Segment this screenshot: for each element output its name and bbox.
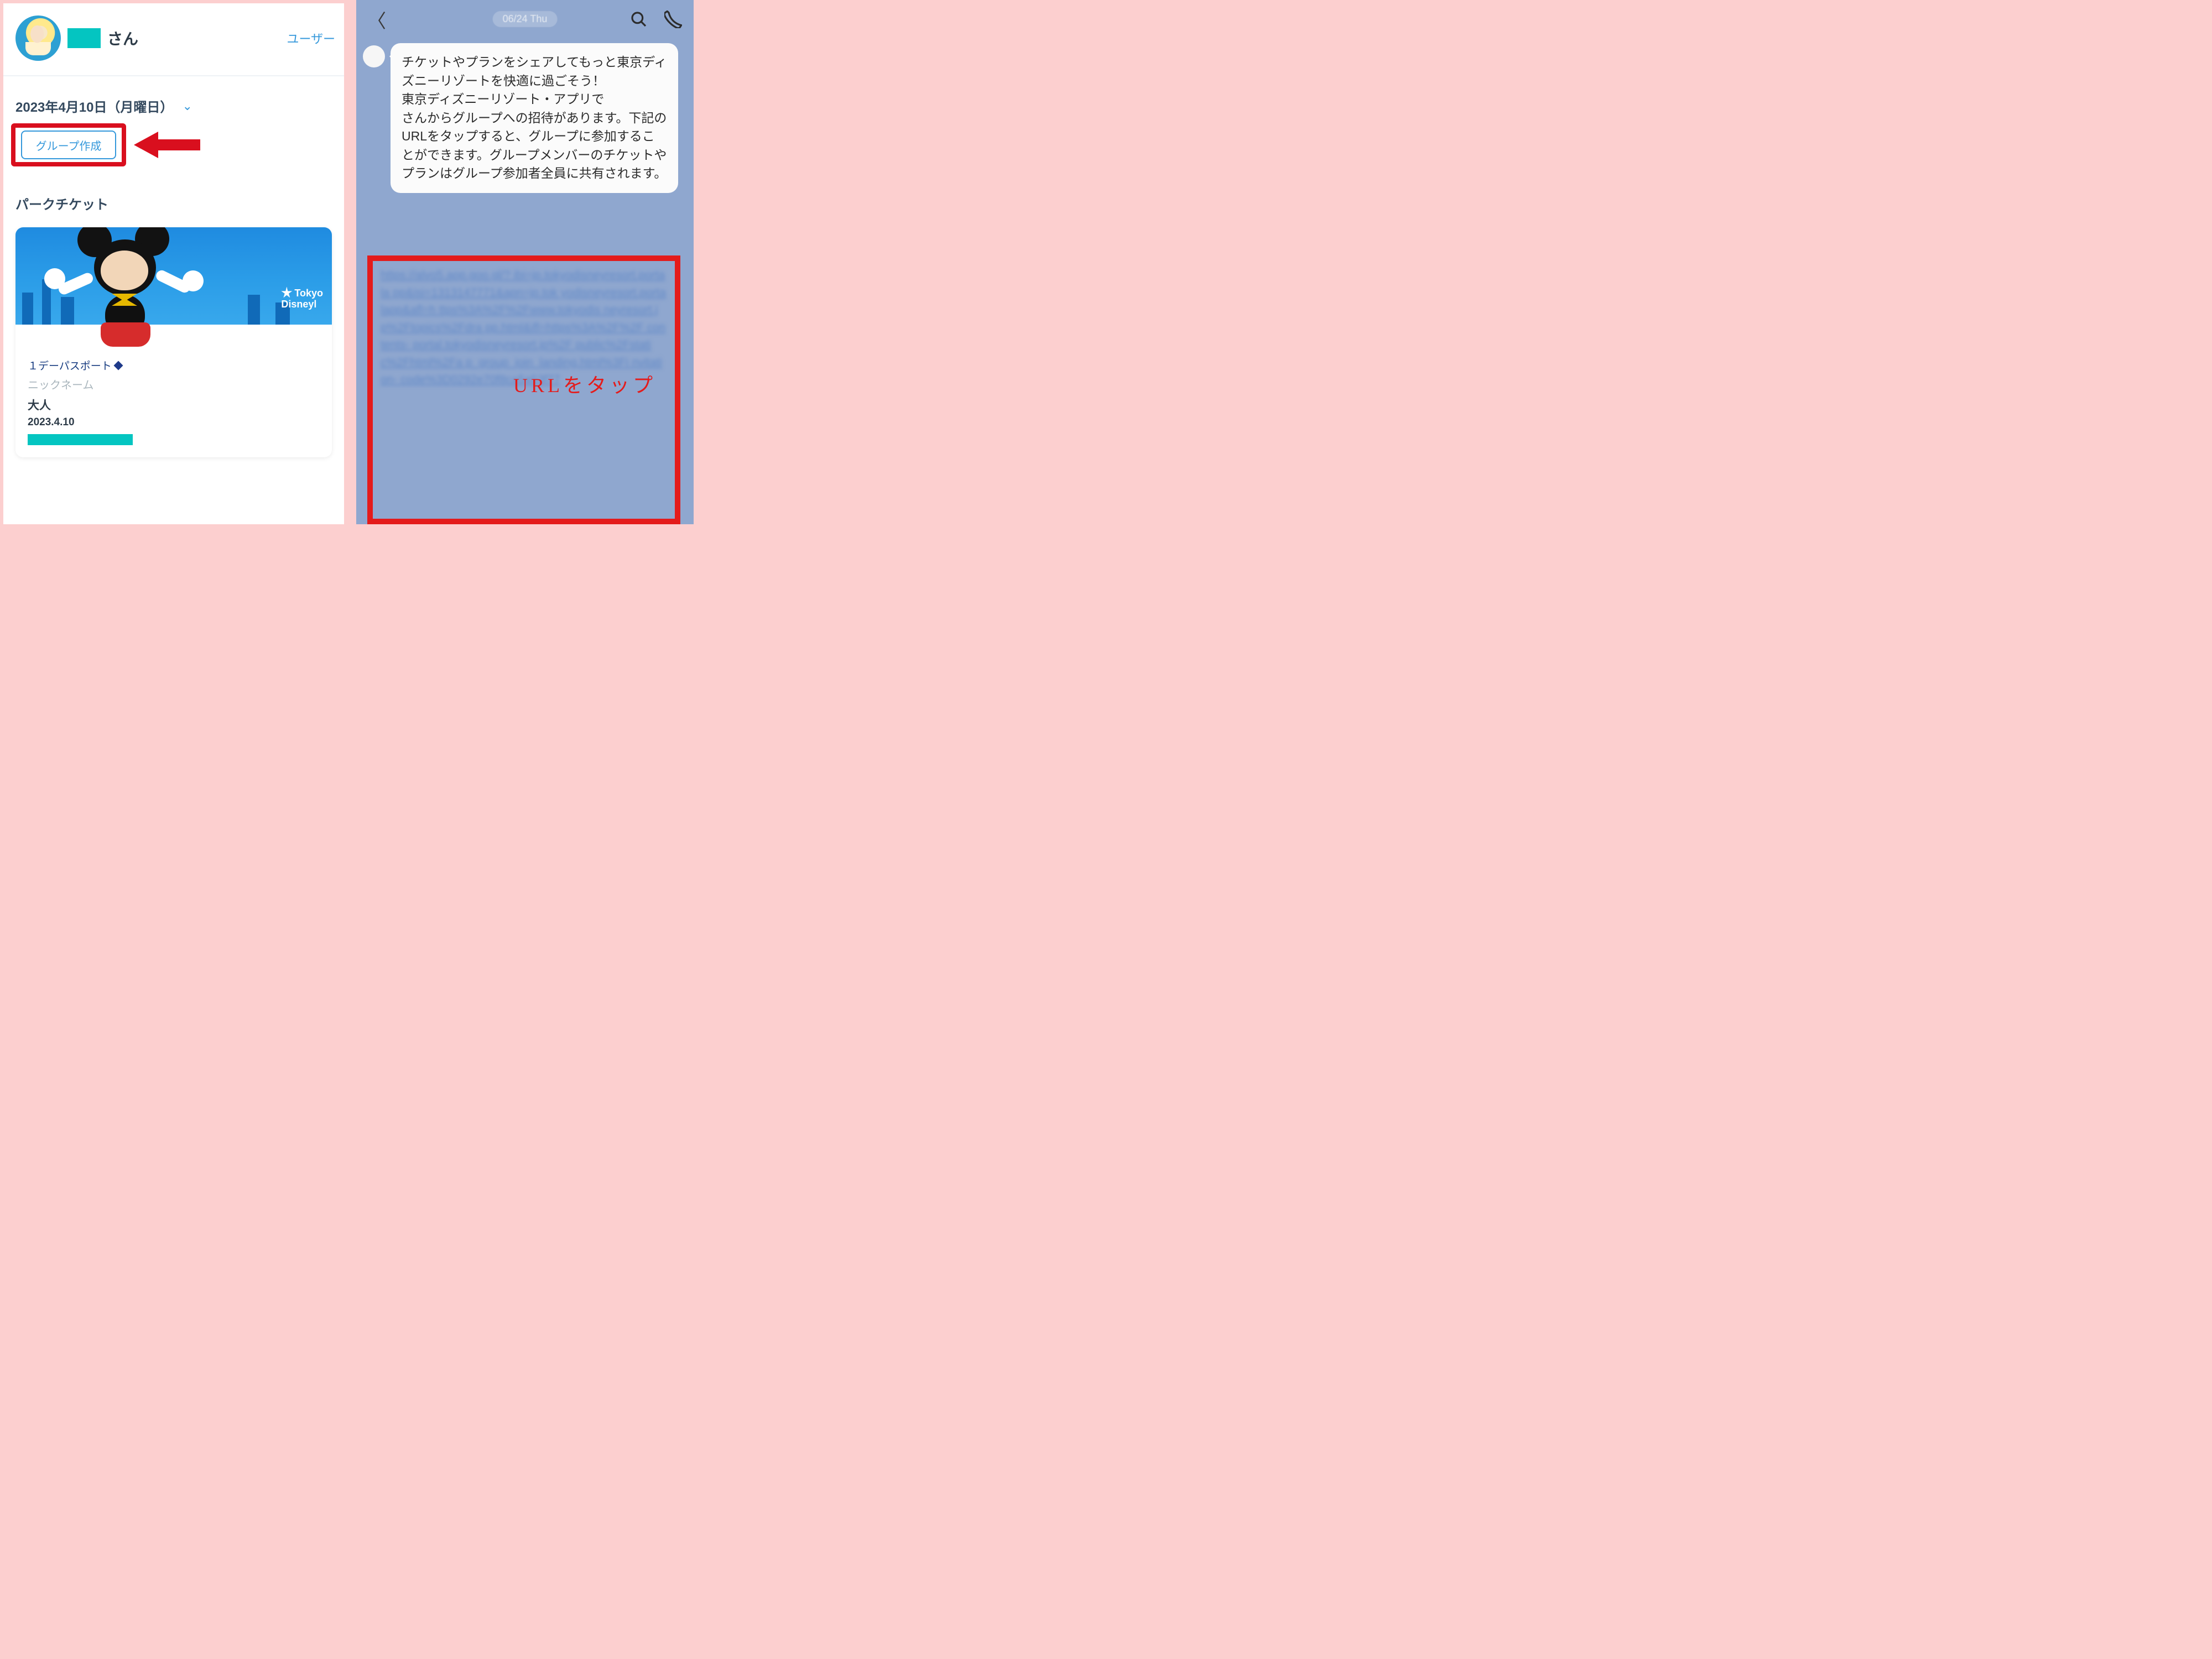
- url-highlight-frame: https://alvo5.app.goo.gl/? ibi=jp.tokyod…: [367, 255, 680, 524]
- chevron-down-icon: ⌄: [182, 99, 192, 113]
- line-chat-panel: 〈 06/24 Thu チケットやプランをシェアしてもっと東京ディズニーリゾート…: [356, 0, 694, 524]
- chat-date-badge: 06/24 Thu: [493, 11, 558, 27]
- annotation-arrow-icon: [134, 135, 200, 154]
- create-group-button[interactable]: グループ作成: [21, 131, 116, 159]
- message-row: チケットやプランをシェアしてもっと東京ディズニーリゾートを快適に過ごそう！ 東京…: [356, 39, 694, 193]
- user-settings-link[interactable]: ユーザー: [287, 29, 335, 47]
- user-avatar-icon[interactable]: [15, 15, 61, 61]
- app-header: さん ユーザー: [3, 3, 344, 76]
- date-selector[interactable]: 2023年4月10日（月曜日） ⌄: [3, 76, 344, 123]
- highlight-frame: グループ作成: [11, 123, 126, 166]
- group-create-row: グループ作成: [3, 123, 344, 170]
- ticket-date: 2023.4.10: [28, 416, 320, 429]
- chat-bubble[interactable]: チケットやプランをシェアしてもっと東京ディズニーリゾートを快適に過ごそう！ 東京…: [391, 43, 678, 193]
- message-text: チケットやプランをシェアしてもっと東京ディズニーリゾートを快適に過ごそう！ 東京…: [402, 55, 667, 180]
- park-ticket-card[interactable]: Tokyo Disneyl １デーパスポート ニックネーム 大人 2023.4.…: [15, 227, 332, 457]
- selected-date: 2023年4月10日（月曜日）: [15, 96, 173, 116]
- diamond-icon: [113, 361, 123, 370]
- tokyo-disney-logo: Tokyo Disneyl: [281, 286, 323, 310]
- search-icon[interactable]: [629, 10, 648, 29]
- mickey-character-icon: [66, 227, 194, 358]
- url-tap-annotation: URLをタップ: [513, 369, 656, 398]
- ticket-age: 大人: [28, 397, 320, 413]
- chat-header: 〈 06/24 Thu: [356, 0, 694, 39]
- castle-logo-icon: [281, 286, 292, 298]
- ticket-hero: Tokyo Disneyl: [15, 227, 332, 325]
- sender-avatar-icon[interactable]: [363, 45, 385, 67]
- nickname-label: ニックネーム: [28, 376, 320, 392]
- disney-app-panel: さん ユーザー 2023年4月10日（月曜日） ⌄ グループ作成 パークチケット: [3, 3, 344, 524]
- call-icon[interactable]: [664, 10, 683, 29]
- back-button[interactable]: 〈: [367, 6, 386, 33]
- username-suffix: さん: [107, 27, 138, 49]
- header-user: さん: [15, 15, 138, 61]
- pass-type: １デーパスポート: [28, 358, 320, 373]
- username-redacted: [67, 28, 101, 48]
- ticket-code-redacted: [28, 434, 133, 445]
- section-title-park-ticket: パークチケット: [3, 170, 344, 222]
